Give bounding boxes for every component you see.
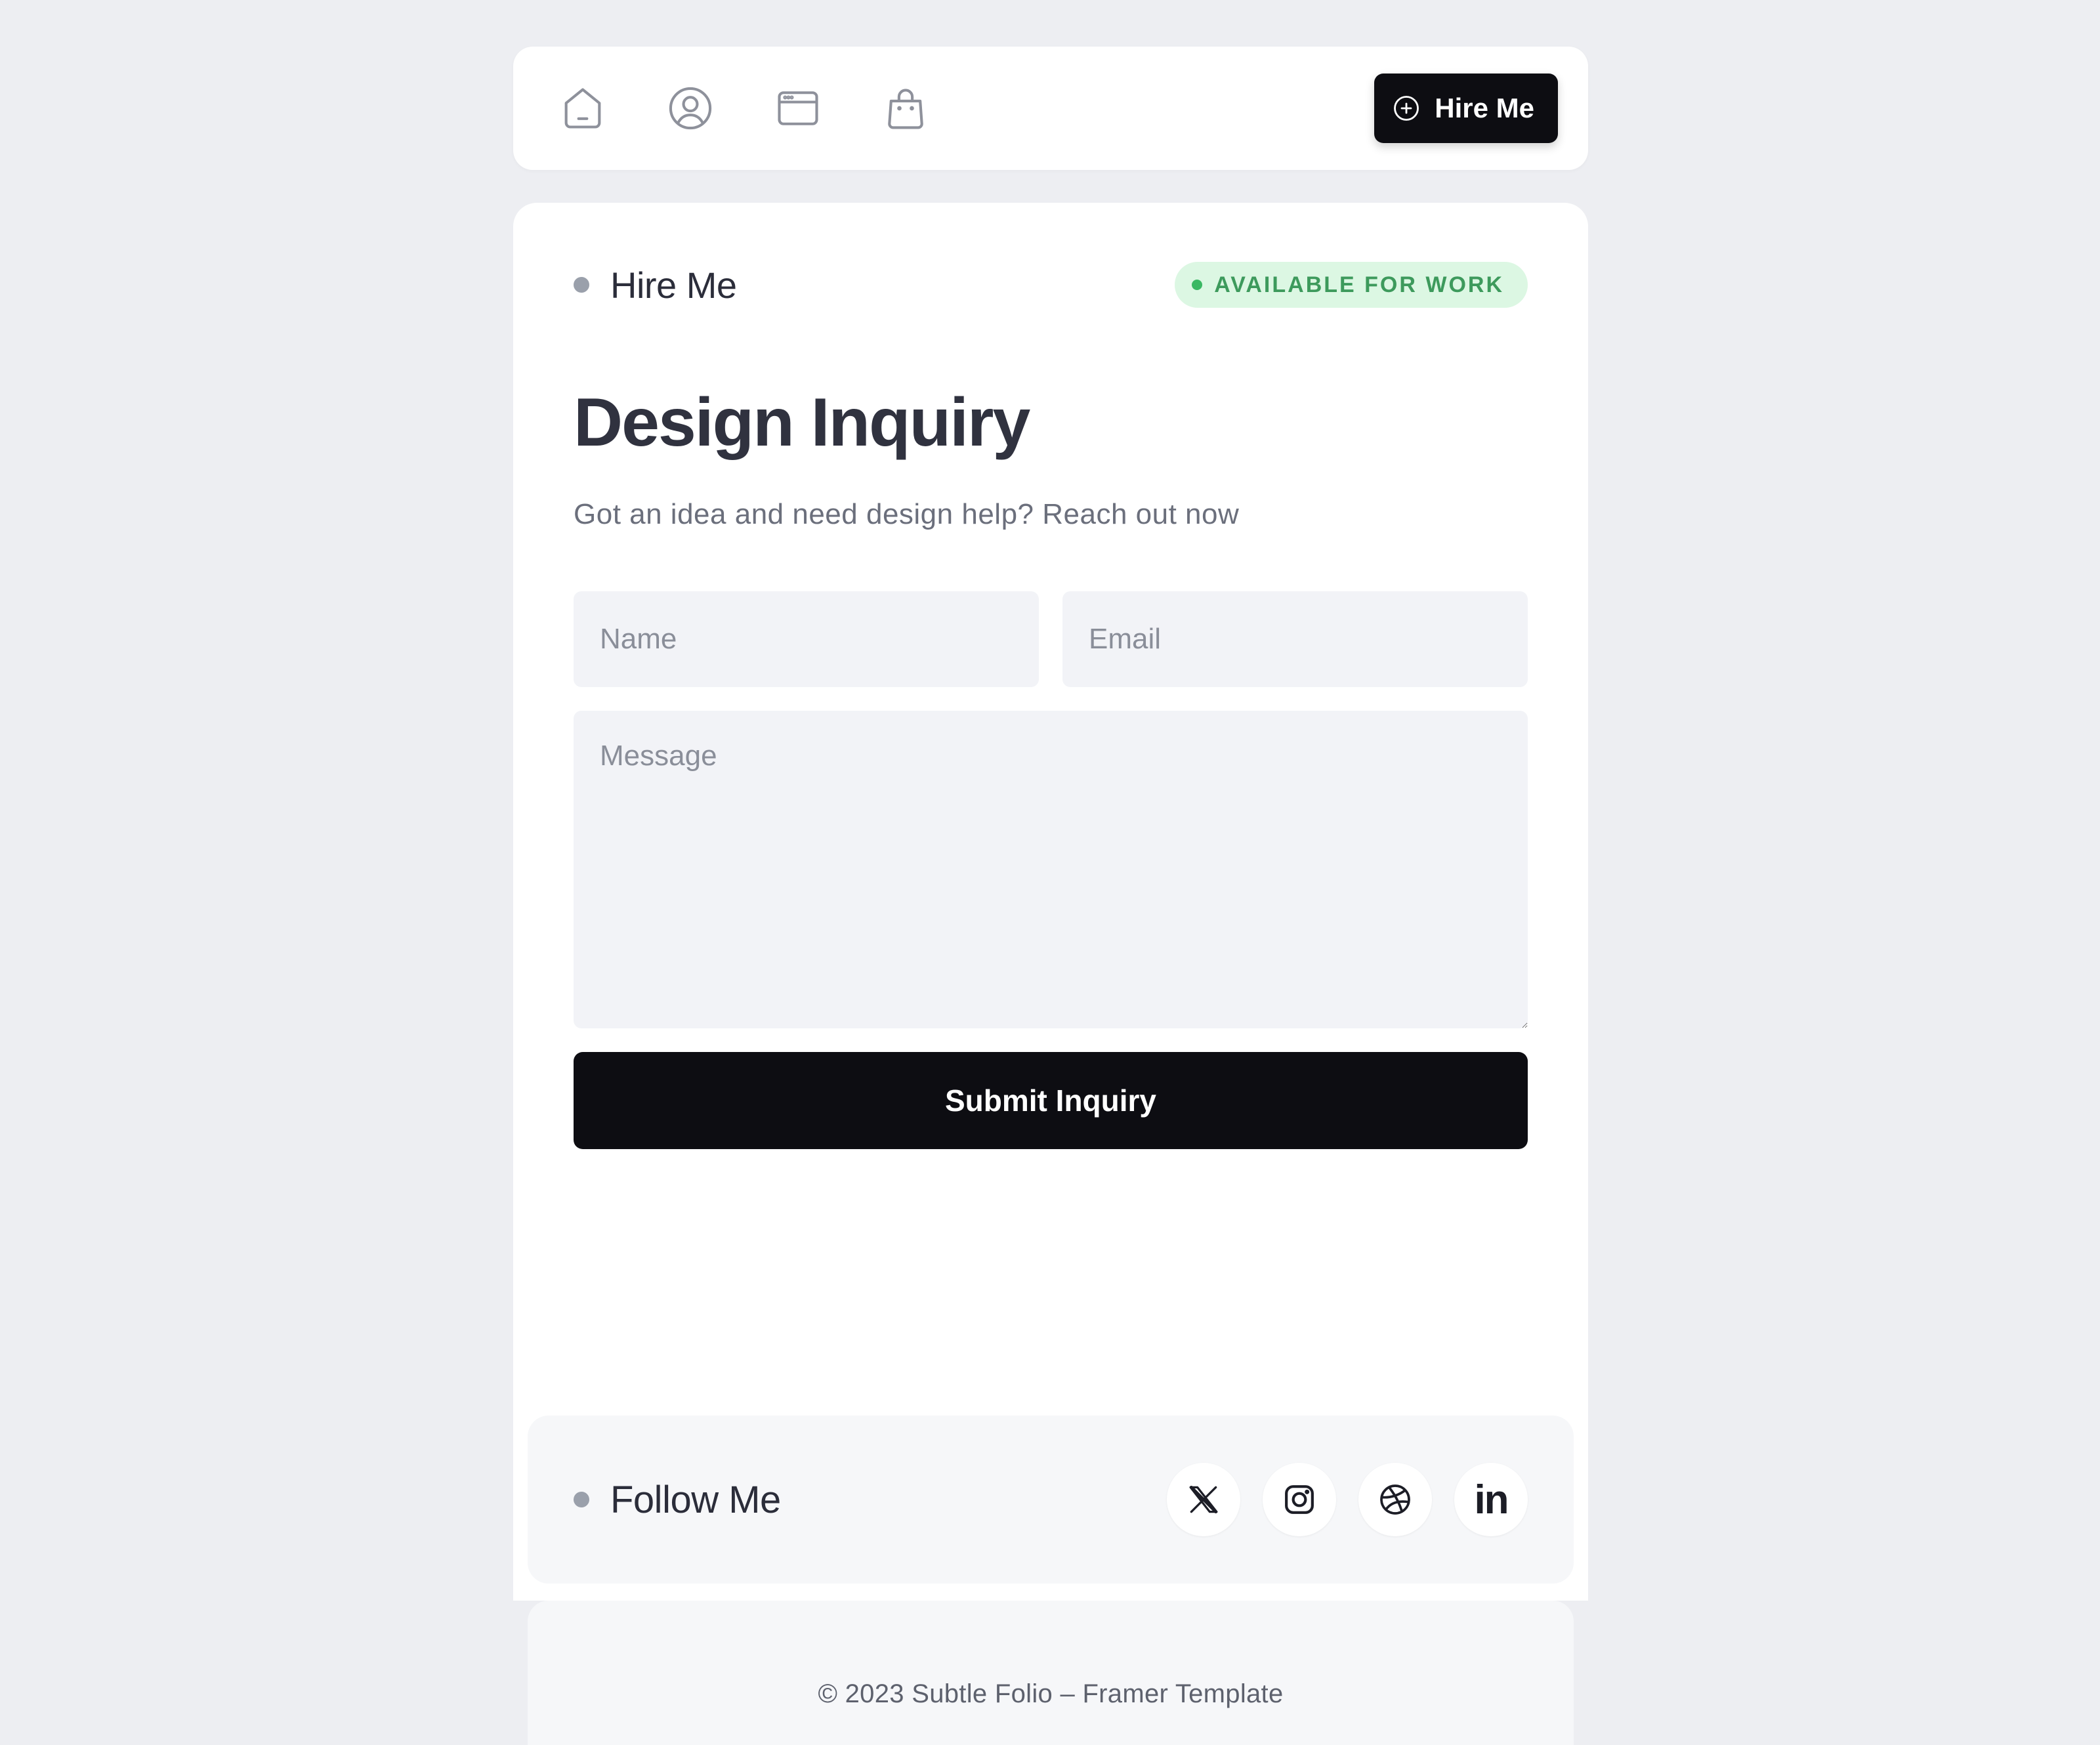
email-input[interactable] xyxy=(1062,591,1528,688)
nav-profile[interactable] xyxy=(664,82,717,135)
section-label-text: Hire Me xyxy=(610,264,737,306)
submit-inquiry-button[interactable]: Submit Inquiry xyxy=(574,1052,1528,1150)
page-column: Hire Me Hire Me AVAILABLE FOR WORK Desig… xyxy=(513,47,1588,1745)
section-label: Hire Me xyxy=(574,264,737,306)
form-row xyxy=(574,591,1528,688)
nav-icon-group xyxy=(556,82,932,135)
nav-shop[interactable] xyxy=(879,82,932,135)
dribbble-icon xyxy=(1380,1484,1410,1515)
hire-me-button[interactable]: Hire Me xyxy=(1374,74,1558,143)
social-dribbble-link[interactable] xyxy=(1358,1463,1432,1536)
name-input[interactable] xyxy=(574,591,1039,688)
instagram-icon xyxy=(1285,1485,1314,1514)
top-navigation: Hire Me xyxy=(513,47,1588,170)
footer: © 2023 Subtle Folio – Framer Template xyxy=(528,1601,1574,1745)
page-title: Design Inquiry xyxy=(574,385,1030,461)
status-dot xyxy=(1192,280,1203,290)
hire-me-label: Hire Me xyxy=(1435,93,1534,123)
bullet-dot xyxy=(574,1492,589,1507)
nav-home[interactable] xyxy=(556,82,609,135)
hire-me-card: Hire Me AVAILABLE FOR WORK Design Inquir… xyxy=(513,203,1588,1745)
plus-circle-icon xyxy=(1394,96,1419,121)
browser-window-icon xyxy=(778,91,818,125)
social-linkedin-link[interactable]: in xyxy=(1454,1463,1528,1536)
availability-text: AVAILABLE FOR WORK xyxy=(1214,272,1504,297)
home-icon xyxy=(564,88,601,129)
message-textarea[interactable] xyxy=(574,711,1528,1029)
follow-label: Follow Me xyxy=(574,1478,781,1522)
follow-section: Follow Me in xyxy=(528,1416,1574,1584)
copyright-text: © 2023 Subtle Folio – Framer Template xyxy=(818,1679,1284,1708)
bullet-dot xyxy=(574,277,589,293)
profile-icon xyxy=(669,87,712,130)
linkedin-icon: in xyxy=(1474,1477,1509,1523)
nav-projects[interactable] xyxy=(772,82,824,135)
social-links: in xyxy=(1167,1463,1528,1536)
availability-badge: AVAILABLE FOR WORK xyxy=(1175,262,1528,308)
inquiry-form: Submit Inquiry xyxy=(574,591,1528,1150)
shopping-bag-icon xyxy=(888,89,923,129)
follow-label-text: Follow Me xyxy=(610,1478,781,1521)
social-instagram-link[interactable] xyxy=(1263,1463,1336,1536)
social-x-link[interactable] xyxy=(1167,1463,1240,1536)
page-subtitle: Got an idea and need design help? Reach … xyxy=(574,498,1240,531)
card-header: Hire Me AVAILABLE FOR WORK xyxy=(574,262,1528,308)
x-icon xyxy=(1189,1486,1218,1513)
